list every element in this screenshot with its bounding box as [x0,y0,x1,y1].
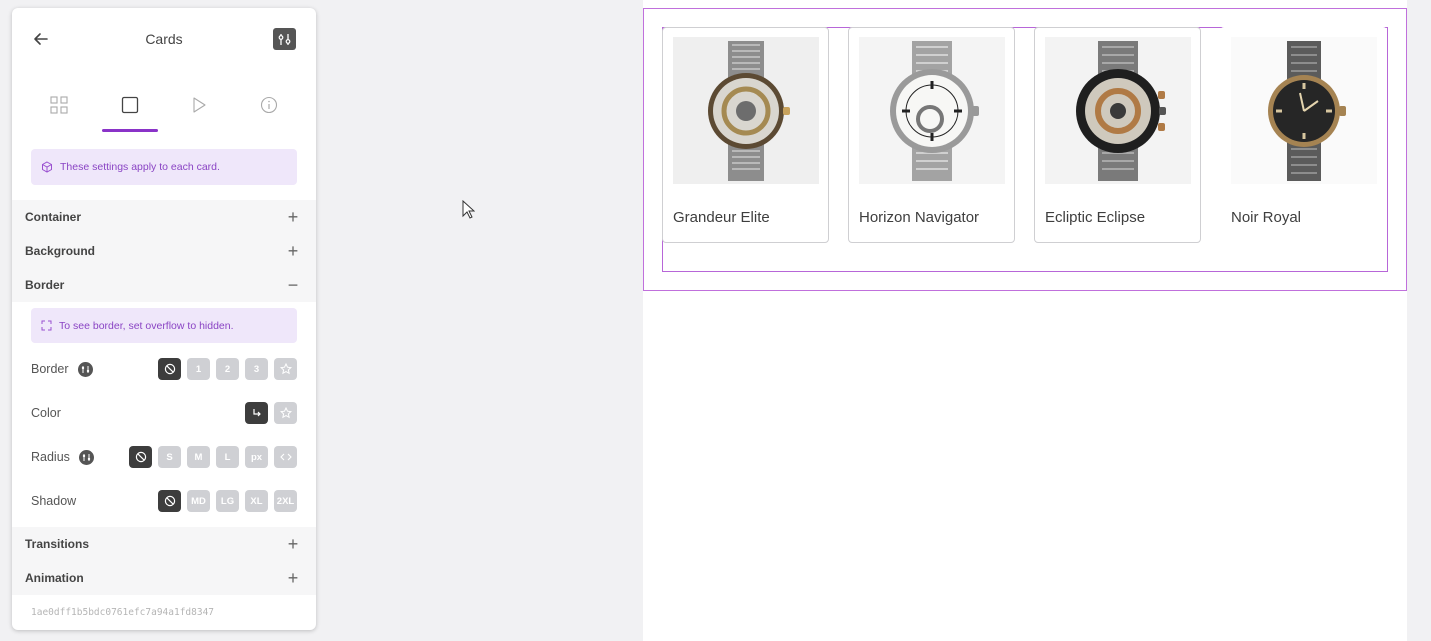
settings-panel: Cards These settings apply to each card.… [12,8,316,630]
border-color-label: Color [31,406,61,420]
shadow-lg-button[interactable]: LG [216,490,239,512]
watch-icon [708,40,790,181]
border-width-row: Border 1 2 3 [12,347,316,391]
border-section-body: To see border, set overflow to hidden. B… [12,308,316,527]
border-1-button[interactable]: 1 [187,358,210,380]
mouse-pointer-icon [462,200,475,219]
play-icon [193,97,206,113]
product-image [1045,37,1191,184]
product-card[interactable]: Ecliptic Eclipse [1034,27,1201,243]
border-3-button[interactable]: 3 [245,358,268,380]
shadow-label: Shadow [31,494,77,508]
ban-icon [164,363,175,375]
radius-code-button[interactable] [274,446,297,468]
section-transitions[interactable]: Transitions + [12,527,316,561]
border-color-row: Color [12,391,316,435]
border-radius-label: Radius [31,450,70,464]
shadow-none-button[interactable] [158,490,181,512]
radius-none-button[interactable] [129,446,152,468]
frame-corners-icon [41,320,52,331]
code-icon [279,453,292,461]
section-animation[interactable]: Animation + [12,561,316,595]
product-name: Ecliptic Eclipse [1045,209,1146,226]
product-card[interactable]: Grandeur Elite [662,27,829,243]
border-2-button[interactable]: 2 [216,358,239,380]
shadow-2xl-button[interactable]: 2XL [274,490,297,512]
border-custom-button[interactable] [274,358,297,380]
star-icon [279,363,292,375]
ban-icon [164,495,175,507]
plus-icon: + [287,534,299,554]
product-card[interactable]: Noir Royal [1220,27,1387,243]
arrow-corner-down-right-icon [252,409,261,417]
sliders-icon [278,33,291,45]
product-name: Noir Royal [1231,209,1302,226]
product-card[interactable]: Horizon Navigator [848,27,1015,243]
border-none-button[interactable] [158,358,181,380]
shadow-md-button[interactable]: MD [187,490,210,512]
radius-m-button[interactable]: M [187,446,210,468]
border-width-label: Border [31,362,69,376]
info-icon [260,96,278,114]
border-notice-text: To see border, set overflow to hidden. [59,319,234,332]
cube-icon [42,161,52,173]
border-notice: To see border, set overflow to hidden. [31,308,297,343]
square-icon [121,96,139,114]
product-name: Grandeur Elite [673,209,770,226]
section-container-label: Container [25,210,82,224]
panel-header: Cards [12,8,316,70]
watch-icon [1268,40,1346,181]
responsive-icon[interactable] [77,361,93,377]
tab-card[interactable] [102,88,158,132]
section-border-label: Border [25,278,65,292]
product-name: Horizon Navigator [859,209,980,226]
watch-icon [1076,40,1166,181]
section-background[interactable]: Background + [12,234,316,268]
section-container[interactable]: Container + [12,200,316,234]
color-inherit-button[interactable] [245,402,268,424]
section-animation-label: Animation [25,571,84,585]
tab-animation[interactable] [174,88,224,128]
radius-l-button[interactable]: L [216,446,239,468]
responsive-toggle-button[interactable] [273,28,296,50]
responsive-icon[interactable] [78,449,94,465]
plus-icon: + [287,568,299,588]
notice-text: These settings apply to each card. [60,161,220,173]
radius-px-button[interactable]: px [245,446,268,468]
grid-icon [50,96,68,114]
color-custom-button[interactable] [274,402,297,424]
minus-icon: − [287,275,299,295]
watch-icon [890,40,979,181]
tab-layout[interactable] [34,88,84,128]
element-id: 1ae0dff1b5bdc0761efc7a94a1fd8347 [31,607,215,618]
section-transitions-label: Transitions [25,537,90,551]
ban-icon [135,451,146,463]
radius-s-button[interactable]: S [158,446,181,468]
panel-title: Cards [145,31,183,47]
section-border[interactable]: Border − [12,268,316,302]
plus-icon: + [287,207,299,227]
product-image [859,37,1005,184]
product-image [673,37,819,184]
shadow-row: Shadow MD LG XL 2XL [12,479,316,523]
plus-icon: + [287,241,299,261]
section-background-label: Background [25,244,96,258]
card-settings-notice: These settings apply to each card. [31,149,297,185]
star-icon [279,407,292,419]
panel-tabs [12,70,316,134]
product-image [1231,37,1377,184]
border-radius-row: Radius S M L px [12,435,316,479]
tab-info[interactable] [244,88,294,128]
shadow-xl-button[interactable]: XL [245,490,268,512]
